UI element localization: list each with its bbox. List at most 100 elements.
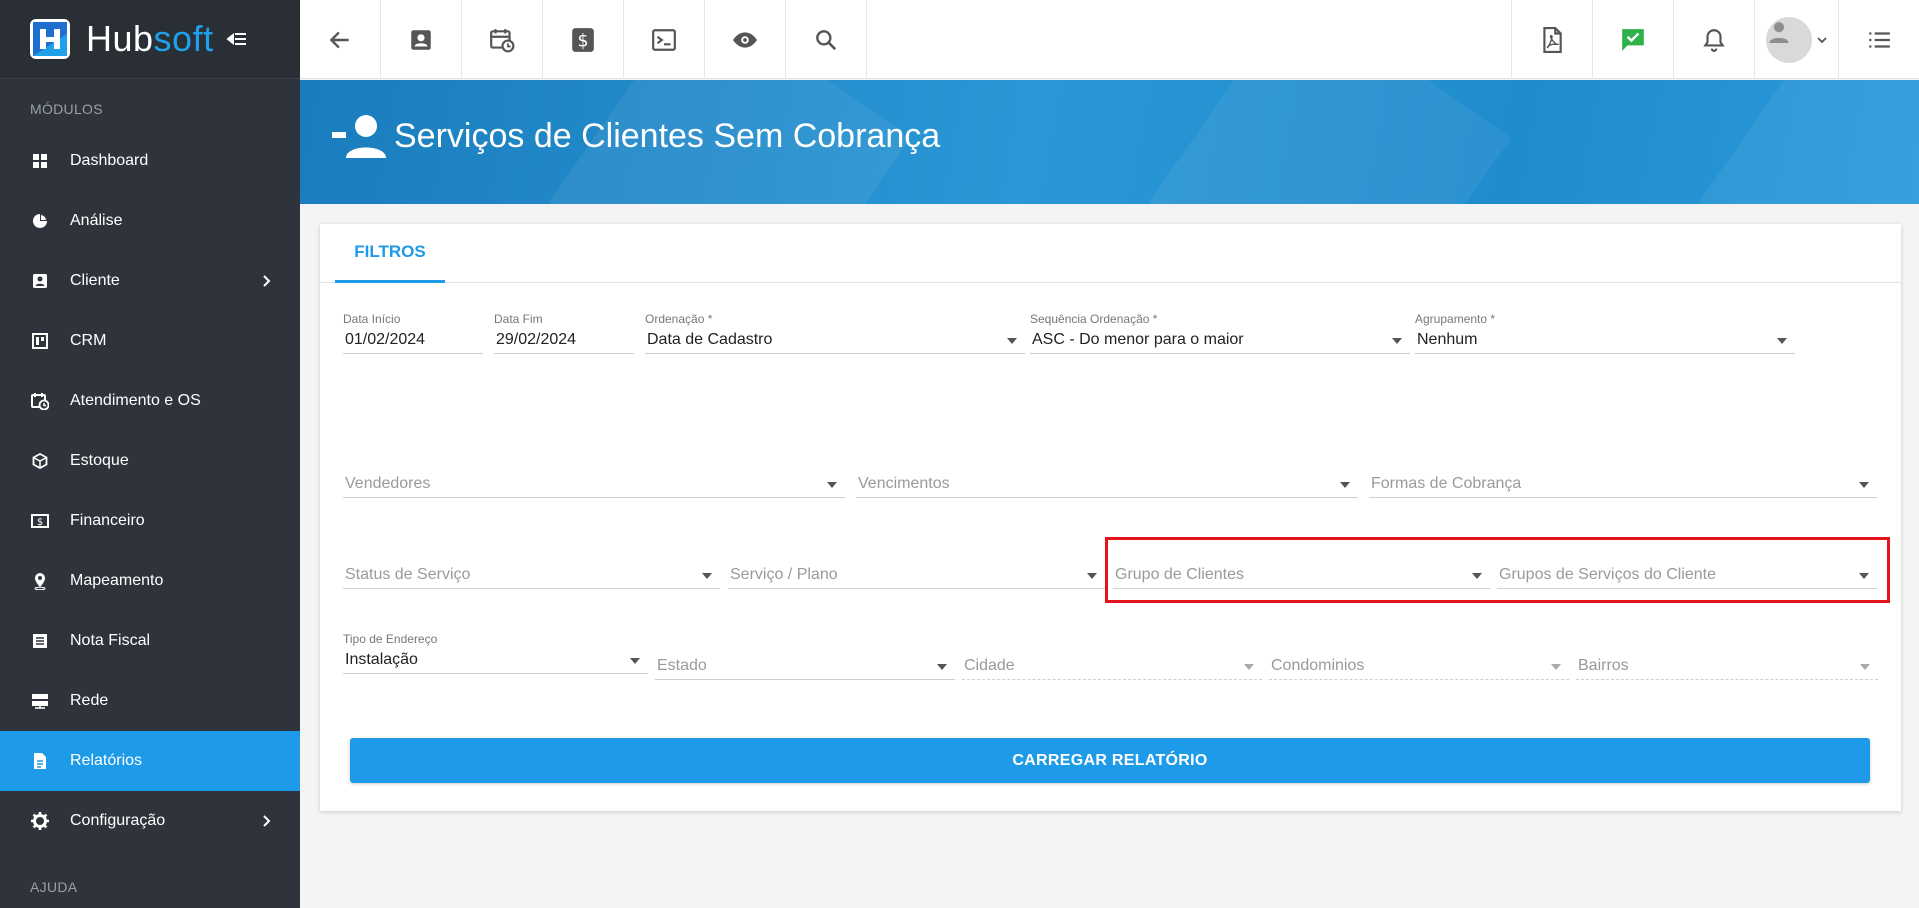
bairros-select[interactable]: Bairros bbox=[1576, 652, 1878, 680]
page-title-wrap: Serviços de Clientes Sem Cobrança bbox=[332, 112, 940, 160]
vendedores-value[interactable]: Vendedores bbox=[343, 470, 845, 498]
servico-plano-value[interactable]: Serviço / Plano bbox=[728, 561, 1105, 589]
pdf-icon bbox=[1543, 26, 1562, 53]
brand-name: Hubsoft bbox=[86, 18, 214, 59]
estado-placeholder: Estado bbox=[657, 657, 707, 674]
chevron-right-icon bbox=[263, 275, 271, 287]
top-toolbar: $ bbox=[300, 0, 1919, 79]
search-button[interactable] bbox=[786, 0, 867, 79]
sequencia-ordenacao-select[interactable]: Sequência Ordenação * ASC - Do menor par… bbox=[1030, 312, 1410, 354]
formas-cobranca-value[interactable]: Formas de Cobrança bbox=[1369, 470, 1877, 498]
agrupamento-text: Nenhum bbox=[1417, 331, 1478, 348]
formas-cobranca-select[interactable]: Formas de Cobrança bbox=[1369, 470, 1877, 498]
vencimentos-value[interactable]: Vencimentos bbox=[856, 470, 1358, 498]
status-servico-select[interactable]: Status de Serviço bbox=[343, 561, 720, 589]
cidade-value[interactable]: Cidade bbox=[962, 652, 1262, 680]
ordenacao-select[interactable]: Ordenação * Data de Cadastro bbox=[645, 312, 1025, 354]
eye-icon bbox=[733, 31, 757, 48]
ordenacao-value[interactable]: Data de Cadastro bbox=[645, 326, 1025, 354]
user-menu-button[interactable] bbox=[1754, 0, 1838, 79]
caret-down-icon bbox=[702, 573, 712, 579]
sidebar-item-label: CRM bbox=[70, 332, 107, 349]
pdf-button[interactable] bbox=[1511, 0, 1592, 79]
data-inicio-field[interactable]: Data Início 01/02/2024 bbox=[343, 312, 483, 354]
bairros-placeholder: Bairros bbox=[1578, 657, 1629, 674]
server-icon bbox=[30, 691, 50, 711]
condominios-value[interactable]: Condominios bbox=[1269, 652, 1569, 680]
sidebar-item-analise[interactable]: Análise bbox=[0, 191, 300, 251]
map-pin-icon bbox=[30, 571, 50, 591]
terminal-shortcut-button[interactable] bbox=[624, 0, 705, 79]
back-button[interactable] bbox=[300, 0, 381, 79]
collapse-menu-icon[interactable] bbox=[225, 28, 248, 50]
status-servico-value[interactable]: Status de Serviço bbox=[343, 561, 720, 589]
caret-down-icon bbox=[1340, 482, 1350, 488]
dashboard-icon bbox=[30, 151, 50, 171]
data-inicio-input[interactable]: 01/02/2024 bbox=[343, 326, 483, 354]
tipo-endereco-text: Instalação bbox=[345, 651, 418, 668]
data-fim-field[interactable]: Data Fim 29/02/2024 bbox=[494, 312, 634, 354]
cidade-select[interactable]: Cidade bbox=[962, 652, 1262, 680]
load-report-button[interactable]: CARREGAR RELATÓRIO bbox=[350, 738, 1870, 783]
messages-button[interactable] bbox=[1592, 0, 1673, 79]
sidebar-item-label: Rede bbox=[70, 692, 109, 709]
sidebar-item-estoque[interactable]: Estoque bbox=[0, 431, 300, 491]
vencimentos-placeholder: Vencimentos bbox=[858, 475, 950, 492]
sequencia-text: ASC - Do menor para o maior bbox=[1032, 331, 1244, 348]
sidebar-item-label: Análise bbox=[70, 212, 123, 229]
menu-list-button[interactable] bbox=[1838, 0, 1919, 79]
sidebar-item-configuracao[interactable]: Configuração bbox=[0, 791, 300, 851]
sidebar-item-label: Configuração bbox=[70, 812, 166, 829]
caret-down-icon bbox=[1860, 664, 1870, 670]
estado-select[interactable]: Estado bbox=[655, 652, 955, 680]
vendedores-select[interactable]: Vendedores bbox=[343, 470, 845, 498]
caret-down-icon bbox=[1551, 664, 1561, 670]
sidebar-item-crm[interactable]: CRM bbox=[0, 311, 300, 371]
agrupamento-select[interactable]: Agrupamento * Nenhum bbox=[1415, 312, 1795, 354]
tipo-endereco-select[interactable]: Tipo de Endereço Instalação bbox=[343, 632, 648, 674]
vencimentos-select[interactable]: Vencimentos bbox=[856, 470, 1358, 498]
sidebar-item-cliente[interactable]: Cliente bbox=[0, 251, 300, 311]
search-icon bbox=[816, 29, 837, 50]
page-title: Serviços de Clientes Sem Cobrança bbox=[394, 116, 941, 155]
agrupamento-value[interactable]: Nenhum bbox=[1415, 326, 1795, 354]
condominios-select[interactable]: Condominios bbox=[1269, 652, 1569, 680]
data-fim-input[interactable]: 29/02/2024 bbox=[494, 326, 634, 354]
box-icon bbox=[30, 451, 50, 471]
sidebar-item-label: Cliente bbox=[70, 272, 120, 289]
hubsoft-logo-icon bbox=[30, 19, 70, 59]
highlight-box bbox=[1105, 537, 1890, 603]
estado-value[interactable]: Estado bbox=[655, 652, 955, 680]
user-minus-icon bbox=[332, 115, 386, 158]
finance-shortcut-button[interactable]: $ bbox=[543, 0, 624, 79]
chevron-right-icon bbox=[263, 815, 271, 827]
svg-text:$: $ bbox=[577, 31, 588, 51]
sidebar: Hubsoft MÓDULOS Dashboard Análise Client… bbox=[0, 0, 300, 908]
clients-shortcut-button[interactable] bbox=[381, 0, 462, 79]
sidebar-item-nota-fiscal[interactable]: Nota Fiscal bbox=[0, 611, 300, 671]
sidebar-item-financeiro[interactable]: $ Financeiro bbox=[0, 491, 300, 551]
sidebar-item-label: Estoque bbox=[70, 452, 129, 469]
sidebar-item-label: Relatórios bbox=[70, 752, 143, 769]
servico-plano-select[interactable]: Serviço / Plano bbox=[728, 561, 1105, 589]
caret-down-icon bbox=[827, 482, 837, 488]
sidebar-item-rede[interactable]: Rede bbox=[0, 671, 300, 731]
sidebar-item-relatorios[interactable]: Relatórios bbox=[0, 731, 300, 791]
schedule-shortcut-button[interactable] bbox=[462, 0, 543, 79]
pie-chart-icon bbox=[30, 211, 50, 231]
kanban-icon bbox=[30, 331, 50, 351]
tipo-endereco-value[interactable]: Instalação bbox=[343, 646, 648, 674]
document-list-icon bbox=[30, 631, 50, 651]
caret-down-icon bbox=[1392, 338, 1402, 344]
notifications-button[interactable] bbox=[1673, 0, 1754, 79]
sidebar-item-mapeamento[interactable]: Mapeamento bbox=[0, 551, 300, 611]
tab-filtros[interactable]: FILTROS bbox=[335, 224, 445, 283]
sidebar-item-atendimento[interactable]: Atendimento e OS bbox=[0, 371, 300, 431]
chevron-down-icon bbox=[1816, 36, 1827, 43]
caret-down-icon bbox=[630, 658, 640, 664]
sidebar-item-dashboard[interactable]: Dashboard bbox=[0, 131, 300, 191]
view-shortcut-button[interactable] bbox=[705, 0, 786, 79]
formas-cobranca-placeholder: Formas de Cobrança bbox=[1371, 475, 1522, 492]
bairros-value[interactable]: Bairros bbox=[1576, 652, 1878, 680]
sequencia-value[interactable]: ASC - Do menor para o maior bbox=[1030, 326, 1410, 354]
